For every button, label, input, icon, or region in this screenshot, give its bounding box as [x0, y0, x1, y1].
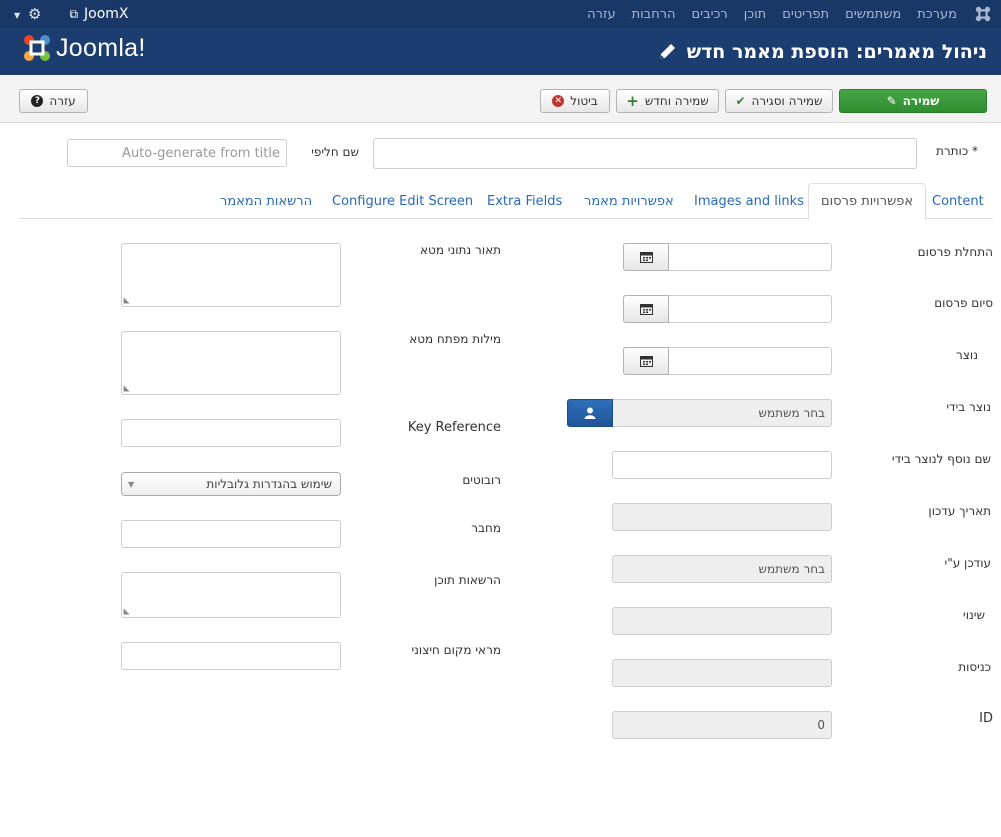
meta-keywords-label: מילות מפתח מטא [409, 332, 501, 346]
joomla-logo: Joomla! [22, 33, 146, 63]
tab-extra-fields[interactable]: Extra Fields [487, 183, 562, 219]
logo-text: Joomla! [56, 33, 146, 62]
select-user-button[interactable] [567, 399, 613, 427]
cancel-icon: ✕ [552, 95, 565, 107]
publish-down-label: סיום פרסום [934, 296, 993, 310]
menu-components[interactable]: רכיבים [684, 7, 736, 22]
content-rights-textarea[interactable]: ◢ [121, 572, 341, 618]
modified-input [612, 503, 832, 531]
title-label: כותרת * [936, 144, 978, 158]
tab-permissions[interactable]: הרשאות המאמר [220, 183, 312, 219]
created-by-alias-label: שם נוסף לנוצר בידי [891, 452, 991, 466]
tab-publishing[interactable]: אפשרויות פרסום [808, 183, 927, 220]
cancel-label: ביטול [570, 94, 598, 108]
id-label: ID [979, 711, 993, 726]
created-by-alias-input[interactable] [612, 451, 832, 479]
calendar-button[interactable] [623, 295, 669, 323]
save-close-label: שמירה וסגירה [751, 94, 823, 108]
meta-keywords-textarea[interactable]: ◢ [121, 331, 341, 395]
revision-input [612, 607, 832, 635]
author-input[interactable] [121, 520, 341, 548]
publish-up-label: התחלת פרסום [917, 245, 993, 259]
alias-input[interactable]: Auto-generate from title [67, 139, 287, 167]
save-new-button[interactable]: + שמירה וחדש [616, 89, 719, 113]
save-close-button[interactable]: ✔ שמירה וסגירה [725, 89, 833, 113]
resize-grip-icon: ◢ [122, 385, 132, 392]
menu-extensions[interactable]: הרחבות [624, 7, 684, 22]
id-input: 0 [612, 711, 832, 739]
page-title-wrap: ניהול מאמרים: הוספת מאמר חדש [657, 28, 987, 75]
edit-icon: ✎ [886, 94, 897, 108]
menu-help[interactable]: עזרה [579, 7, 623, 22]
settings-gear-icon[interactable]: ⚙ ▼ [14, 5, 41, 23]
calendar-icon [639, 304, 653, 315]
help-icon: ? [31, 95, 44, 107]
alias-label: שם חליפי [311, 145, 359, 159]
calendar-icon [639, 252, 653, 263]
menu-system[interactable]: מערכת [909, 7, 965, 22]
joomla-menu-icon[interactable] [965, 0, 1001, 28]
cancel-button[interactable]: ✕ ביטול [540, 89, 610, 113]
resize-grip-icon: ◢ [122, 608, 132, 615]
external-reference-label: מראי מקום חיצוני [411, 643, 501, 657]
help-label: עזרה [49, 94, 76, 108]
caret-down-icon: ▼ [14, 11, 21, 20]
hits-label: כניסות [958, 660, 991, 674]
created-by-label: נוצר בידי [946, 400, 991, 414]
tab-configure-edit-screen[interactable]: Configure Edit Screen [332, 183, 473, 219]
save-button[interactable]: ✎ שמירה [839, 89, 987, 113]
robots-select[interactable]: ▼ שימוש בהגדרות גלובליות [121, 472, 341, 496]
author-label: מחבר [471, 521, 501, 535]
help-button[interactable]: ? עזרה [19, 89, 88, 113]
meta-description-label: תאור נתוני מטא [420, 243, 501, 257]
calendar-button[interactable] [623, 243, 669, 271]
page-header: Joomla! ניהול מאמרים: הוספת מאמר חדש [0, 28, 1001, 75]
robots-label: רובוטים [462, 473, 501, 487]
meta-description-textarea[interactable]: ◢ [121, 243, 341, 307]
main-menu: מערכת משתמשים תפריטים תוכן רכיבים הרחבות… [579, 0, 1001, 28]
resize-grip-icon: ◢ [122, 297, 132, 304]
site-name: JoomX [84, 6, 129, 22]
content-rights-label: הרשאות תוכן [434, 573, 501, 587]
menu-users[interactable]: משתמשים [837, 7, 909, 22]
menu-menus[interactable]: תפריטים [774, 7, 837, 22]
tab-images-links[interactable]: Images and links [694, 183, 804, 219]
save-new-label: שמירה וחדש [644, 94, 709, 108]
tab-bar: Content אפשרויות פרסום Images and links … [19, 183, 993, 220]
save-label: שמירה [902, 94, 940, 108]
robots-selected-value: שימוש בהגדרות גלובליות [206, 477, 332, 491]
key-reference-label: Key Reference [407, 420, 501, 435]
menu-content[interactable]: תוכן [736, 7, 775, 22]
tab-content[interactable]: Content [932, 183, 984, 219]
calendar-button[interactable] [623, 347, 669, 375]
plus-icon: + [626, 92, 639, 110]
check-icon: ✔ [735, 94, 746, 108]
modified-by-input: בחר משתמש [612, 555, 832, 583]
revision-label: שינוי [963, 608, 985, 622]
joomla-logo-icon [24, 35, 50, 61]
user-icon [584, 407, 596, 419]
tab-article-options[interactable]: אפשרויות מאמר [584, 183, 674, 219]
toolbar: ✎ שמירה ✔ שמירה וסגירה + שמירה וחדש ✕ בי… [0, 75, 1001, 123]
site-link[interactable]: ⧉ JoomX [69, 6, 128, 22]
calendar-icon [639, 356, 653, 367]
external-link-icon: ⧉ [69, 6, 79, 21]
modified-by-label: עודכן ע"י [944, 556, 991, 570]
title-input[interactable] [373, 138, 917, 169]
hits-input [612, 659, 832, 687]
page-title: ניהול מאמרים: הוספת מאמר חדש [686, 40, 987, 63]
chevron-down-icon: ▼ [128, 480, 135, 489]
key-reference-input[interactable] [121, 419, 341, 447]
external-reference-input[interactable] [121, 642, 341, 670]
created-label: נוצר [956, 348, 978, 362]
modified-label: תאריך עדכון [928, 504, 991, 518]
top-navbar: מערכת משתמשים תפריטים תוכן רכיבים הרחבות… [0, 0, 1001, 28]
pencil-icon [659, 43, 675, 59]
